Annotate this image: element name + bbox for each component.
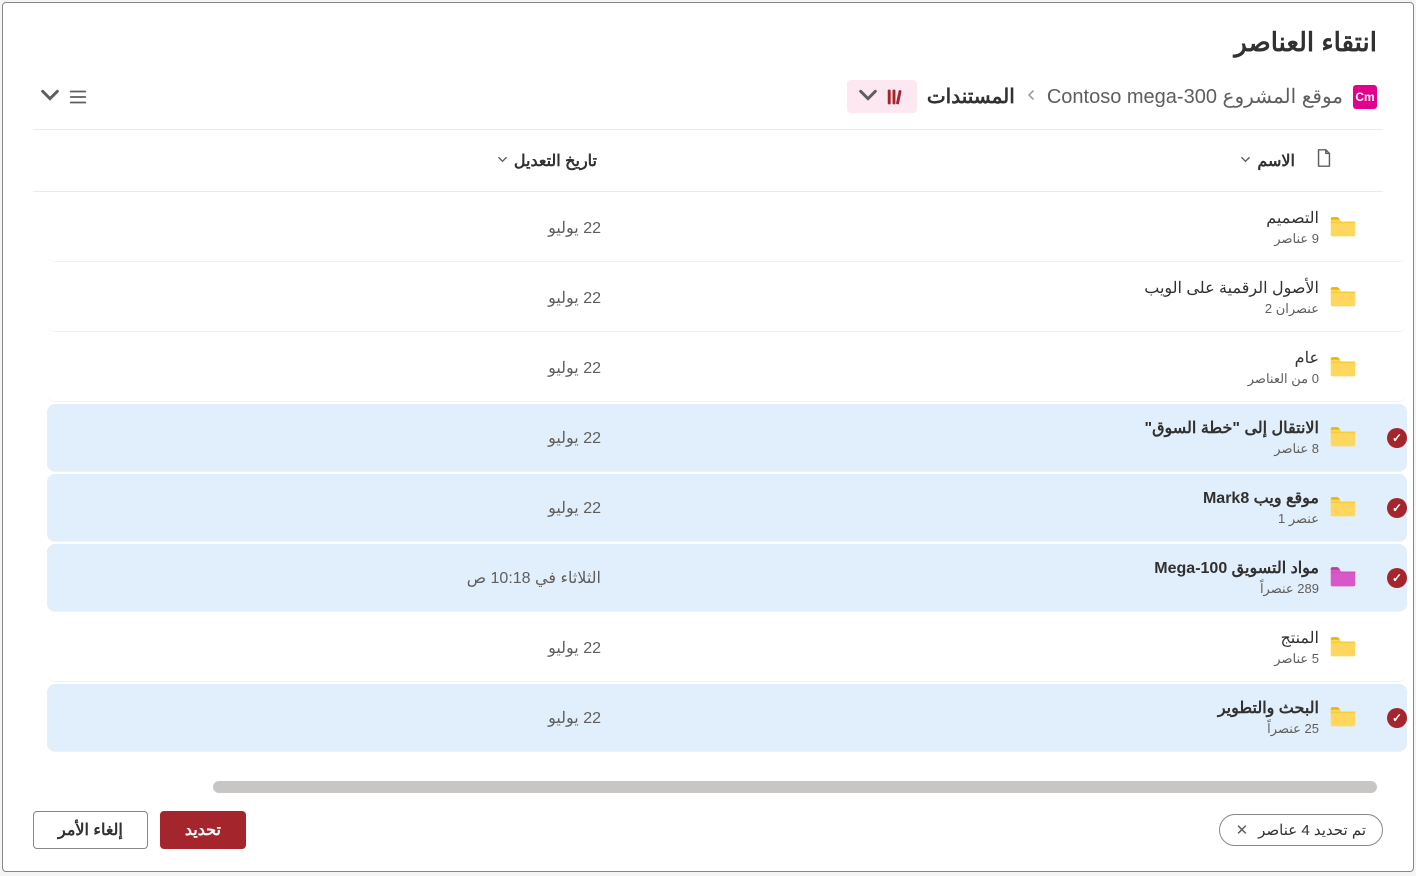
- dialog-footer: تم تحديد 4 عناصر ✕ إلغاء الأمر تحديد: [3, 793, 1413, 871]
- table-row[interactable]: موقع ويب Mark8 عنصر 1 22 يوليو: [47, 474, 1407, 542]
- chevron-down-icon: [39, 84, 61, 109]
- item-name: مواد التسويق Mega-100: [611, 558, 1319, 578]
- item-name: المنتج: [611, 628, 1319, 648]
- item-modified-date: الثلاثاء في 10:18 ص: [91, 568, 611, 588]
- item-meta: عنصر 1: [611, 511, 1319, 527]
- column-headers: الاسم تاريخ التعديل: [33, 129, 1383, 192]
- item-meta: 289 عنصراً: [611, 581, 1319, 597]
- horizontal-scrollbar[interactable]: [213, 781, 1377, 793]
- table-row[interactable]: مواد التسويق Mega-100 289 عنصراً الثلاثا…: [47, 544, 1407, 612]
- folder-icon: [1329, 493, 1357, 517]
- select-button[interactable]: تحديد: [160, 811, 246, 849]
- table-row[interactable]: المنتج 5 عناصر 22 يوليو: [47, 614, 1407, 682]
- table-row[interactable]: الأصول الرقمية على الويب عنصران 2 22 يول…: [47, 264, 1407, 332]
- row-type-icon: [1319, 493, 1357, 522]
- scrollbar-thumb[interactable]: [213, 781, 1377, 793]
- row-checkbox[interactable]: [1387, 288, 1407, 308]
- breadcrumb: Cm موقع المشروع Contoso mega-300 المستند…: [847, 80, 1377, 113]
- row-name-cell: المنتج 5 عناصر: [611, 628, 1319, 667]
- item-name: التصميم: [611, 208, 1319, 228]
- breadcrumb-current: المستندات: [927, 84, 1015, 109]
- column-header-modified-label: تاريخ التعديل: [514, 151, 597, 171]
- folder-icon: [1329, 283, 1357, 307]
- breadcrumb-row: Cm موقع المشروع Contoso mega-300 المستند…: [3, 70, 1413, 129]
- view-options-button[interactable]: [39, 84, 89, 109]
- item-name: البحث والتطوير: [611, 698, 1319, 718]
- row-checkbox[interactable]: [1387, 708, 1407, 728]
- row-name-cell: الأصول الرقمية على الويب عنصران 2: [611, 278, 1319, 317]
- folder-icon: [1329, 213, 1357, 237]
- chevron-down-icon: [497, 154, 508, 168]
- item-modified-date: 22 يوليو: [91, 498, 611, 518]
- row-name-cell: مواد التسويق Mega-100 289 عنصراً: [611, 558, 1319, 597]
- dialog-title: انتقاء العناصر: [3, 3, 1413, 70]
- row-name-cell: الانتقال إلى "خطة السوق" 8 عناصر: [611, 418, 1319, 457]
- site-badge-icon: Cm: [1353, 85, 1377, 109]
- table-row[interactable]: الانتقال إلى "خطة السوق" 8 عناصر 22 يولي…: [47, 404, 1407, 472]
- row-type-icon: [1319, 633, 1357, 662]
- row-checkbox[interactable]: [1387, 638, 1407, 658]
- list-view-icon: [67, 86, 89, 108]
- item-modified-date: 22 يوليو: [91, 428, 611, 448]
- selection-count-text: تم تحديد 4 عناصر: [1258, 821, 1366, 839]
- cancel-button[interactable]: إلغاء الأمر: [33, 811, 148, 849]
- item-name: الانتقال إلى "خطة السوق": [611, 418, 1319, 438]
- selection-count-pill[interactable]: تم تحديد 4 عناصر ✕: [1219, 814, 1383, 846]
- row-type-icon: [1319, 353, 1357, 382]
- column-header-name-label: الاسم: [1257, 151, 1295, 171]
- row-checkbox[interactable]: [1387, 568, 1407, 588]
- library-switcher[interactable]: [847, 80, 917, 113]
- item-modified-date: 22 يوليو: [91, 358, 611, 378]
- column-header-modified[interactable]: تاريخ التعديل: [77, 151, 597, 171]
- picker-dialog: انتقاء العناصر Cm موقع المشروع Contoso m…: [2, 2, 1414, 872]
- table-row[interactable]: عام 0 من العناصر 22 يوليو: [47, 334, 1407, 402]
- breadcrumb-site-link[interactable]: موقع المشروع Contoso mega-300: [1047, 84, 1343, 109]
- row-name-cell: عام 0 من العناصر: [611, 348, 1319, 387]
- folder-icon: [1329, 423, 1357, 447]
- row-checkbox[interactable]: [1387, 358, 1407, 378]
- folder-icon: [1329, 353, 1357, 377]
- footer-actions: إلغاء الأمر تحديد: [33, 811, 246, 849]
- row-name-cell: التصميم 9 عناصر: [611, 208, 1319, 247]
- folder-icon: [1329, 703, 1357, 727]
- table-row[interactable]: التصميم 9 عناصر 22 يوليو: [47, 194, 1407, 262]
- row-checkbox[interactable]: [1387, 498, 1407, 518]
- item-meta: 8 عناصر: [611, 441, 1319, 457]
- row-type-icon: [1319, 423, 1357, 452]
- file-list[interactable]: التصميم 9 عناصر 22 يوليو الأصول الرقمية …: [33, 192, 1407, 779]
- item-name: عام: [611, 348, 1319, 368]
- item-modified-date: 22 يوليو: [91, 638, 611, 658]
- item-meta: عنصران 2: [611, 301, 1319, 317]
- item-modified-date: 22 يوليو: [91, 218, 611, 238]
- row-type-icon: [1319, 563, 1357, 592]
- row-type-icon: [1319, 213, 1357, 242]
- chevron-down-icon: [857, 84, 879, 109]
- row-checkbox[interactable]: [1387, 428, 1407, 448]
- library-icon: [885, 86, 907, 108]
- item-meta: 0 من العناصر: [611, 371, 1319, 387]
- item-modified-date: 22 يوليو: [91, 288, 611, 308]
- folder-icon: [1329, 563, 1357, 587]
- item-name: الأصول الرقمية على الويب: [611, 278, 1319, 298]
- item-name: موقع ويب Mark8: [611, 488, 1319, 508]
- chevron-left-icon: [1025, 88, 1037, 106]
- row-name-cell: موقع ويب Mark8 عنصر 1: [611, 488, 1319, 527]
- row-type-icon: [1319, 703, 1357, 732]
- table-row[interactable]: البحث والتطوير 25 عنصراً 22 يوليو: [47, 684, 1407, 752]
- folder-icon: [1329, 633, 1357, 657]
- file-type-column-icon[interactable]: [1295, 148, 1333, 173]
- item-meta: 5 عناصر: [611, 651, 1319, 667]
- item-meta: 9 عناصر: [611, 231, 1319, 247]
- column-header-name[interactable]: الاسم: [597, 151, 1295, 171]
- row-type-icon: [1319, 283, 1357, 312]
- item-modified-date: 22 يوليو: [91, 708, 611, 728]
- chevron-down-icon: [1240, 154, 1251, 168]
- item-meta: 25 عنصراً: [611, 721, 1319, 737]
- row-checkbox[interactable]: [1387, 218, 1407, 238]
- clear-selection-icon[interactable]: ✕: [1236, 821, 1249, 839]
- row-name-cell: البحث والتطوير 25 عنصراً: [611, 698, 1319, 737]
